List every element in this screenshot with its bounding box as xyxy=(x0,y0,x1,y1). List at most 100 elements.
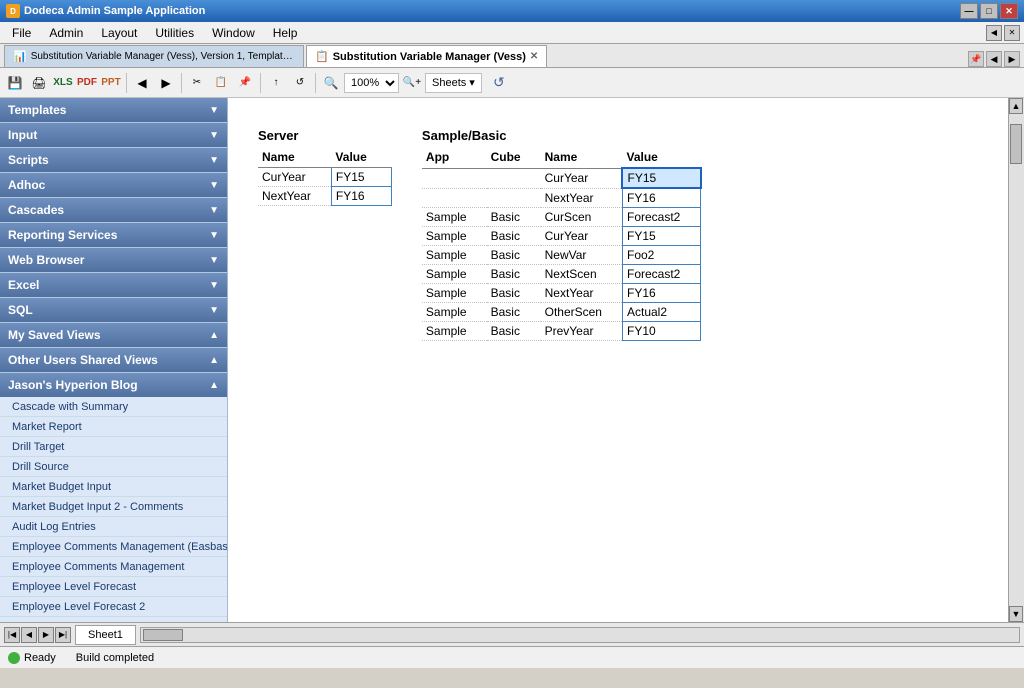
sidebar-header-jasons-blog[interactable]: Jason's Hyperion Blog ▲ xyxy=(0,373,227,397)
sidebar-item-emp-comments[interactable]: Employee Comments Management xyxy=(0,557,227,577)
sidebar-excel-arrow: ▼ xyxy=(209,280,219,291)
server-row-1-value[interactable]: FY15 xyxy=(331,168,391,187)
sidebar-item-market-budget-2[interactable]: Market Budget Input 2 - Comments xyxy=(0,497,227,517)
sidebar-header-excel[interactable]: Excel ▼ xyxy=(0,273,227,297)
toolbar: 💾 🖨 XLS PDF PPT ◀ ▶ ✂ 📋 📌 ↑ ↺ 🔍 100% 75%… xyxy=(0,68,1024,98)
sb-r3-name: CurScen xyxy=(541,208,623,227)
table-row: NextYear FY16 xyxy=(258,187,391,206)
v-scroll-thumb[interactable] xyxy=(1010,124,1022,164)
menu-file[interactable]: File xyxy=(4,23,39,43)
toolbar-paste[interactable]: 📌 xyxy=(234,72,256,94)
tab-nav-pin[interactable]: 📌 xyxy=(968,51,984,67)
sidebar-toggle[interactable]: ◀ xyxy=(986,25,1002,41)
sidebar-item-emp-comments-easbase[interactable]: Employee Comments Management (Easbase. xyxy=(0,537,227,557)
tab-close-icon[interactable]: ✕ xyxy=(530,51,538,62)
close-button[interactable]: ✕ xyxy=(1000,3,1018,19)
toolbar-back[interactable]: ◀ xyxy=(131,72,153,94)
status-ready: Ready xyxy=(24,652,56,664)
sidebar-header-reporting[interactable]: Reporting Services ▼ xyxy=(0,223,227,247)
sidebar-item-emp-level-forecast-2[interactable]: Employee Level Forecast 2 xyxy=(0,597,227,617)
sidebar-header-templates[interactable]: Templates ▼ xyxy=(0,98,227,122)
sb-r3-value[interactable]: Forecast2 xyxy=(622,208,700,227)
toolbar-submit[interactable]: ↑ xyxy=(265,72,287,94)
sb-r5-app: Sample xyxy=(422,246,487,265)
table-row: Sample Basic PrevYear FY10 xyxy=(422,322,701,341)
sb-r7-value[interactable]: FY16 xyxy=(622,284,700,303)
sidebar-header-my-saved[interactable]: My Saved Views ▲ xyxy=(0,323,227,347)
toolbar-refresh-btn[interactable]: ↺ xyxy=(488,72,510,94)
sb-r9-value[interactable]: FY10 xyxy=(622,322,700,341)
sheet-tab-sheet1[interactable]: Sheet1 xyxy=(75,625,136,645)
sidebar-pin[interactable]: ✕ xyxy=(1004,25,1020,41)
sidebar-header-cascades[interactable]: Cascades ▼ xyxy=(0,198,227,222)
sb-r6-value[interactable]: Forecast2 xyxy=(622,265,700,284)
content-scroll: Server Name Value CurYear xyxy=(228,98,1008,622)
menu-help[interactable]: Help xyxy=(265,23,306,43)
toolbar-print[interactable]: 🖨 xyxy=(28,72,50,94)
sb-r5-value[interactable]: Foo2 xyxy=(622,246,700,265)
menu-admin[interactable]: Admin xyxy=(41,23,91,43)
sb-col-cube: Cube xyxy=(487,147,541,168)
h-scroll-thumb[interactable] xyxy=(143,629,183,641)
toolbar-refresh[interactable]: ↺ xyxy=(289,72,311,94)
sidebar-section-excel: Excel ▼ xyxy=(0,273,227,298)
sidebar-item-drill-source[interactable]: Drill Source xyxy=(0,457,227,477)
sidebar-header-scripts[interactable]: Scripts ▼ xyxy=(0,148,227,172)
sidebar-section-web-browser: Web Browser ▼ xyxy=(0,248,227,273)
tab-bar: 📊 Substitution Variable Manager (Vess), … xyxy=(0,44,1024,68)
sidebar-header-input[interactable]: Input ▼ xyxy=(0,123,227,147)
sidebar-item-audit-log[interactable]: Audit Log Entries xyxy=(0,517,227,537)
minimize-button[interactable]: — xyxy=(960,3,978,19)
toolbar-cut[interactable]: ✂ xyxy=(186,72,208,94)
sidebar-header-web-browser[interactable]: Web Browser ▼ xyxy=(0,248,227,272)
sidebar-item-cascade-summary[interactable]: Cascade with Summary xyxy=(0,397,227,417)
sidebar-item-market-budget[interactable]: Market Budget Input xyxy=(0,477,227,497)
sheet-nav-prev[interactable]: ◀ xyxy=(21,627,37,643)
sheets-button[interactable]: Sheets ▾ xyxy=(425,73,482,93)
sidebar-item-emp-level-forecast-entries[interactable]: Employee Level Forecast Entries xyxy=(0,617,227,622)
sheet-tab-navigation: |◀ ◀ ▶ ▶| xyxy=(4,627,71,643)
toolbar-copy[interactable]: 📋 xyxy=(210,72,232,94)
sb-r8-value[interactable]: Actual2 xyxy=(622,303,700,322)
tab-template-designer-label: Substitution Variable Manager (Vess), Ve… xyxy=(31,51,295,62)
tab-nav-prev[interactable]: ◀ xyxy=(986,51,1002,67)
sheet-nav-first[interactable]: |◀ xyxy=(4,627,20,643)
menu-layout[interactable]: Layout xyxy=(93,23,145,43)
toolbar-zoom-in[interactable]: 🔍+ xyxy=(401,72,423,94)
v-scroll-down[interactable]: ▼ xyxy=(1009,606,1023,622)
sb-r2-app xyxy=(422,188,487,208)
v-scroll-up[interactable]: ▲ xyxy=(1009,98,1023,114)
server-row-2-value[interactable]: FY16 xyxy=(331,187,391,206)
status-build: Build completed xyxy=(76,652,154,664)
sidebar-item-emp-level-forecast[interactable]: Employee Level Forecast xyxy=(0,577,227,597)
sidebar-item-drill-target[interactable]: Drill Target xyxy=(0,437,227,457)
menu-window[interactable]: Window xyxy=(204,23,263,43)
sidebar-header-sql[interactable]: SQL ▼ xyxy=(0,298,227,322)
horizontal-scrollbar[interactable] xyxy=(140,627,1020,643)
sb-r4-value[interactable]: FY15 xyxy=(622,227,700,246)
tab-subst-var[interactable]: 📋 Substitution Variable Manager (Vess) ✕ xyxy=(306,45,547,67)
toolbar-save[interactable]: 💾 xyxy=(4,72,26,94)
tab-nav-next[interactable]: ▶ xyxy=(1004,51,1020,67)
sidebar-header-other-users[interactable]: Other Users Shared Views ▲ xyxy=(0,348,227,372)
sidebar-item-market-report[interactable]: Market Report xyxy=(0,417,227,437)
toolbar-pdf[interactable]: PDF xyxy=(76,72,98,94)
sidebar-header-adhoc[interactable]: Adhoc ▼ xyxy=(0,173,227,197)
sidebar-section-scripts: Scripts ▼ xyxy=(0,148,227,173)
table-row: Sample Basic NewVar Foo2 xyxy=(422,246,701,265)
toolbar-ppt[interactable]: PPT xyxy=(100,72,122,94)
sheet-nav-next[interactable]: ▶ xyxy=(38,627,54,643)
sidebar-web-browser-label: Web Browser xyxy=(8,253,84,267)
sheet-nav-last[interactable]: ▶| xyxy=(55,627,71,643)
tab-template-designer[interactable]: 📊 Substitution Variable Manager (Vess), … xyxy=(4,45,304,67)
sb-r1-value[interactable]: FY15 xyxy=(622,168,700,188)
sb-r9-name: PrevYear xyxy=(541,322,623,341)
sb-r2-value[interactable]: FY16 xyxy=(622,188,700,208)
sidebar-excel-label: Excel xyxy=(8,278,39,292)
maximize-button[interactable]: □ xyxy=(980,3,998,19)
zoom-select[interactable]: 100% 75% 125% xyxy=(344,73,399,93)
toolbar-zoom-out[interactable]: 🔍 xyxy=(320,72,342,94)
menu-utilities[interactable]: Utilities xyxy=(147,23,202,43)
toolbar-forward[interactable]: ▶ xyxy=(155,72,177,94)
toolbar-excel[interactable]: XLS xyxy=(52,72,74,94)
